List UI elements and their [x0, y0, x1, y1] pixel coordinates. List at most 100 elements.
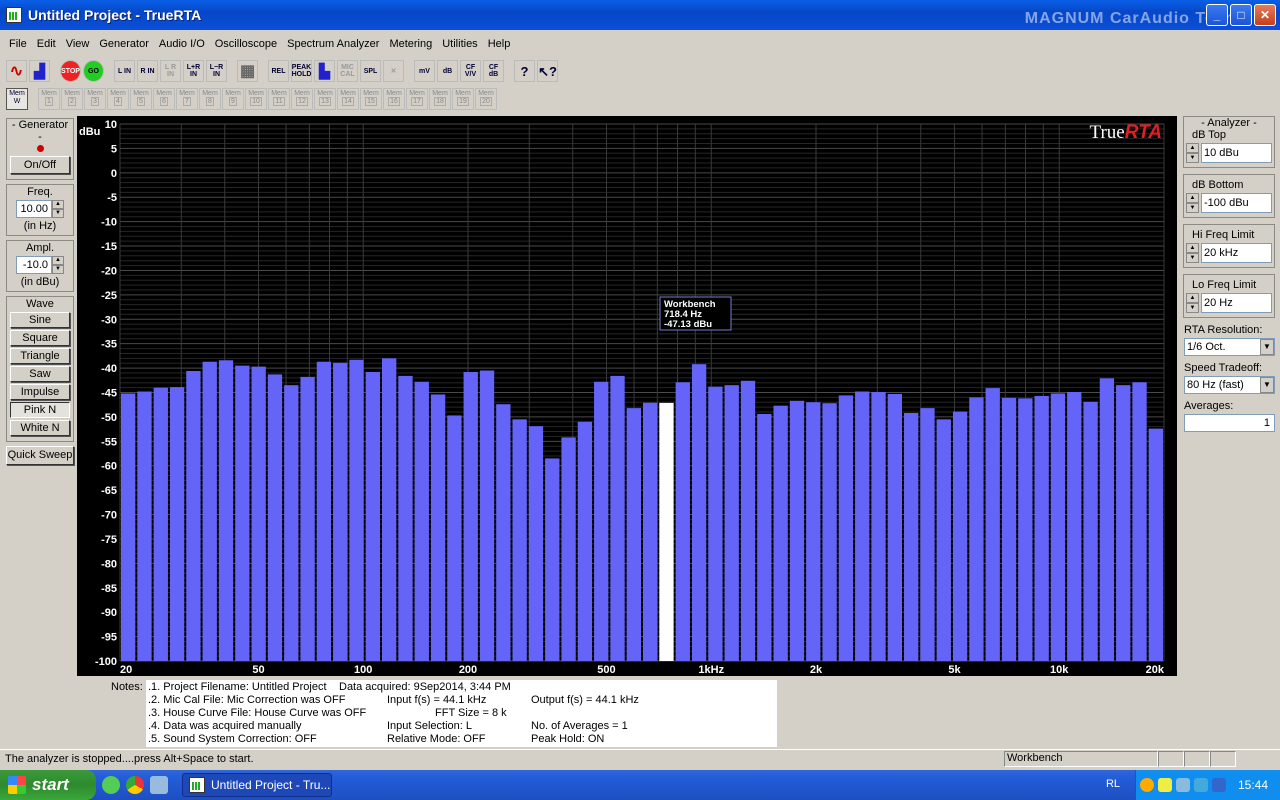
menu-view[interactable]: View [61, 38, 95, 50]
memory-slot-10[interactable]: Mem 10 [245, 88, 267, 110]
freq-up-arrow-icon[interactable]: ▲ [52, 200, 64, 209]
db-button[interactable]: dB [437, 60, 458, 82]
network-icon[interactable] [1175, 778, 1190, 792]
spectrum-chart[interactable]: 10 5 0 -5 -10 -15 -20 -25 -30 -35 -40 -45 -50 -55 -60-… [77, 116, 1177, 676]
speaker-icon[interactable] [1193, 778, 1208, 792]
lr-in-button[interactable]: L R IN [160, 60, 181, 82]
db-bottom-up-icon[interactable]: ▲ [1186, 193, 1199, 203]
memory-slot-17[interactable]: Mem 17 [406, 88, 428, 110]
taskbar-item-truerta[interactable]: Untitled Project - Tru... [182, 773, 332, 797]
freq-input[interactable]: 10.00 [16, 200, 52, 218]
menu-spectrum-analyzer[interactable]: Spectrum Analyzer [282, 38, 384, 50]
stop-button[interactable]: STOP [60, 60, 81, 82]
chevron-down-icon[interactable]: ▼ [1260, 339, 1274, 355]
ampl-down-arrow-icon[interactable]: ▼ [52, 265, 64, 274]
wave-saw-button[interactable]: Saw [10, 366, 70, 382]
memory-slot-8[interactable]: Mem 8 [199, 88, 221, 110]
l-minus-r-in-button[interactable]: L−R IN [206, 60, 227, 82]
clock[interactable]: 15:44 [1238, 778, 1268, 792]
notes-box[interactable]: .1. Project Filename: Untitled Project .… [146, 680, 777, 747]
wave-sine-button[interactable]: Sine [10, 312, 70, 328]
go-button[interactable]: GO [83, 60, 104, 82]
peak-hold-button[interactable]: PEAK HOLD [291, 60, 312, 82]
memory-slot-14[interactable]: Mem 14 [337, 88, 359, 110]
ampl-input[interactable]: -10.0 [16, 256, 52, 274]
rel-button[interactable]: REL [268, 60, 289, 82]
l-plus-r-in-button[interactable]: L+R IN [183, 60, 204, 82]
menu-audio-i-o[interactable]: Audio I/O [154, 38, 210, 50]
cf-vv-button[interactable]: CF V/V [460, 60, 481, 82]
chevron-down-icon[interactable]: ▼ [1260, 377, 1274, 393]
help-button[interactable]: ? [514, 60, 535, 82]
tray-icon[interactable] [1139, 778, 1154, 792]
lo-freq-input[interactable]: 20 Hz [1201, 293, 1272, 313]
menu-utilities[interactable]: Utilities [437, 38, 482, 50]
l-in-button[interactable]: L IN [114, 60, 135, 82]
spectrum-icon[interactable]: ▟ [29, 60, 50, 82]
memory-slot-4[interactable]: Mem 4 [107, 88, 129, 110]
cancel-button[interactable]: ✕ [383, 60, 404, 82]
menu-generator[interactable]: Generator [94, 38, 154, 50]
memory-slot-1[interactable]: Mem 1 [38, 88, 60, 110]
memory-slot-16[interactable]: Mem 16 [383, 88, 405, 110]
memory-slot-18[interactable]: Mem 18 [429, 88, 451, 110]
rta-resolution-select[interactable]: 1/6 Oct. ▼ [1184, 338, 1275, 356]
language-indicator[interactable]: RL [1106, 778, 1120, 790]
context-help-button[interactable]: ↖? [537, 60, 558, 82]
chrome-icon[interactable] [126, 776, 144, 794]
db-bottom-down-icon[interactable]: ▼ [1186, 203, 1199, 213]
memory-slot-12[interactable]: Mem 12 [291, 88, 313, 110]
lo-freq-down-icon[interactable]: ▼ [1186, 303, 1199, 313]
memory-slot-20[interactable]: Mem 20 [475, 88, 497, 110]
menu-metering[interactable]: Metering [384, 38, 437, 50]
app-quicklaunch-icon[interactable] [150, 776, 168, 794]
battery-icon[interactable] [1157, 778, 1172, 792]
memory-slot-7[interactable]: Mem 7 [176, 88, 198, 110]
hi-freq-input[interactable]: 20 kHz [1201, 243, 1272, 263]
menu-edit[interactable]: Edit [32, 38, 61, 50]
sine-wave-icon[interactable]: ∿ [6, 60, 27, 82]
r-in-button[interactable]: R IN [137, 60, 158, 82]
db-top-down-icon[interactable]: ▼ [1186, 153, 1199, 163]
memory-slot-5[interactable]: Mem 5 [130, 88, 152, 110]
browser-icon[interactable] [102, 776, 120, 794]
freq-down-arrow-icon[interactable]: ▼ [52, 209, 64, 218]
wave-white-n-button[interactable]: White N [10, 420, 70, 436]
db-top-input[interactable]: 10 dBu [1201, 143, 1272, 163]
memory-slot-2[interactable]: Mem 2 [61, 88, 83, 110]
menu-file[interactable]: File [4, 38, 32, 50]
bars-button[interactable]: ▙ [314, 60, 335, 82]
spl-button[interactable]: SPL [360, 60, 381, 82]
memory-slot-11[interactable]: Mem 11 [268, 88, 290, 110]
memory-slot-9[interactable]: Mem 9 [222, 88, 244, 110]
db-bottom-input[interactable]: -100 dBu [1201, 193, 1272, 213]
lo-freq-up-icon[interactable]: ▲ [1186, 293, 1199, 303]
maximize-button[interactable]: □ [1230, 4, 1252, 26]
memory-slot-13[interactable]: Mem 13 [314, 88, 336, 110]
wave-pink-n-button[interactable]: Pink N [10, 402, 70, 418]
speed-tradeoff-select[interactable]: 80 Hz (fast) ▼ [1184, 376, 1275, 394]
close-button[interactable]: ✕ [1254, 4, 1276, 26]
wave-impulse-button[interactable]: Impulse [10, 384, 70, 400]
grid-button[interactable]: ▦ [237, 60, 258, 82]
mic-cal-button[interactable]: MIC CAL [337, 60, 358, 82]
start-button[interactable]: start [0, 770, 96, 800]
menu-help[interactable]: Help [483, 38, 516, 50]
wave-square-button[interactable]: Square [10, 330, 70, 346]
memory-slot-3[interactable]: Mem 3 [84, 88, 106, 110]
quick-sweep-button[interactable]: Quick Sweep [6, 446, 74, 465]
mv-button[interactable]: mV [414, 60, 435, 82]
menu-oscilloscope[interactable]: Oscilloscope [210, 38, 282, 50]
generator-on-off-button[interactable]: On/Off [10, 156, 70, 174]
memory-w-button[interactable]: Mem W [6, 88, 28, 110]
cf-db-button[interactable]: CF dB [483, 60, 504, 82]
hi-freq-down-icon[interactable]: ▼ [1186, 253, 1199, 263]
db-top-up-icon[interactable]: ▲ [1186, 143, 1199, 153]
memory-slot-6[interactable]: Mem 6 [153, 88, 175, 110]
monitor-icon[interactable] [1211, 778, 1226, 792]
memory-slot-19[interactable]: Mem 19 [452, 88, 474, 110]
hi-freq-up-icon[interactable]: ▲ [1186, 243, 1199, 253]
averages-input[interactable]: 1 [1184, 414, 1275, 432]
wave-triangle-button[interactable]: Triangle [10, 348, 70, 364]
minimize-button[interactable]: _ [1206, 4, 1228, 26]
